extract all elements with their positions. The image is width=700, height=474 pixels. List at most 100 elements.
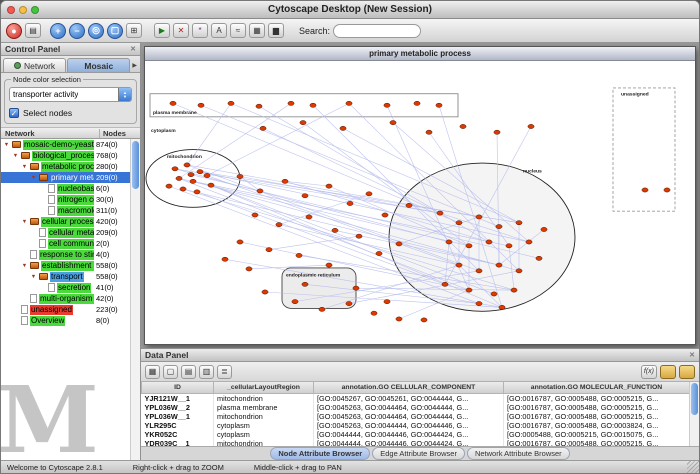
disclosure-triangle-icon[interactable]: ▼ xyxy=(3,142,10,148)
table-cell[interactable]: [GO:0044444, GO:0044446, GO:0044424, G..… xyxy=(314,439,504,447)
table-cell[interactable]: YJR121W__1 xyxy=(142,393,214,403)
tree-item-biological-process[interactable]: ▼biological_process768(0) xyxy=(1,150,140,161)
network-node[interactable] xyxy=(347,201,353,205)
table-cell[interactable]: YKR052C xyxy=(142,430,214,439)
network-node[interactable] xyxy=(340,126,346,130)
network-node[interactable] xyxy=(541,227,547,231)
network-node[interactable] xyxy=(494,130,500,134)
tree-column-network[interactable]: Network xyxy=(1,129,100,138)
network-node[interactable] xyxy=(446,240,452,244)
network-node[interactable] xyxy=(476,269,482,273)
network-node[interactable] xyxy=(414,101,420,105)
table-cell[interactable]: [GO:0016787, GO:0005488, GO:0005215, G..… xyxy=(504,439,690,447)
network-node[interactable] xyxy=(306,215,312,219)
window-titlebar[interactable]: Cytoscape Desktop (New Session) xyxy=(1,1,699,19)
tab-mosaic[interactable]: Mosaic xyxy=(67,58,130,72)
network-node[interactable] xyxy=(499,305,505,309)
table-cell[interactable]: [GO:0045263, GO:0044444, GO:0044446, G..… xyxy=(314,421,504,430)
table-row[interactable]: YPL036W__1mitochondrion[GO:0045263, GO:0… xyxy=(142,412,690,421)
network-node[interactable] xyxy=(208,183,214,187)
tree-scrollbar[interactable] xyxy=(130,139,140,460)
network-node[interactable] xyxy=(237,240,243,244)
network-node[interactable] xyxy=(288,101,294,105)
network-node[interactable] xyxy=(376,251,382,255)
zoom-region-icon[interactable]: ⊞ xyxy=(126,23,142,38)
chart-icon[interactable]: ▆ xyxy=(268,23,284,38)
network-node[interactable] xyxy=(396,317,402,321)
open-attributes-icon[interactable] xyxy=(679,365,695,379)
tree-item-primary-metabo[interactable]: ▼primary metabo...209(0) xyxy=(1,172,140,183)
network-from-selection-icon[interactable]: ▶ xyxy=(154,23,170,38)
table-cell[interactable]: [GO:0016787, GO:0005488, GO:0005215, G..… xyxy=(504,412,690,421)
table-cell[interactable]: [GO:0045263, GO:0044464, GO:0044444, G..… xyxy=(314,403,504,412)
network-node[interactable] xyxy=(296,253,302,257)
network-node[interactable] xyxy=(486,240,492,244)
zoom-fit-icon[interactable]: ▢ xyxy=(107,23,123,39)
layout-icon[interactable]: ≈ xyxy=(230,23,246,38)
network-node[interactable] xyxy=(346,301,352,305)
chevron-updown-icon[interactable] xyxy=(118,88,131,101)
tree-item-response-to-stimu[interactable]: response to stimu...4(0) xyxy=(1,249,140,260)
network-node[interactable] xyxy=(356,234,362,238)
network-node[interactable] xyxy=(516,269,522,273)
import-table-icon[interactable]: ▦ xyxy=(249,23,265,38)
network-node[interactable] xyxy=(319,307,325,311)
network-node[interactable] xyxy=(184,163,190,167)
resize-grip[interactable] xyxy=(687,461,699,473)
tree-item-transport[interactable]: ▼transport558(0) xyxy=(1,271,140,282)
table-cell[interactable]: plasma membrane xyxy=(214,403,314,412)
tree-item-unassigned[interactable]: unassigned223(0) xyxy=(1,304,140,315)
network-node[interactable] xyxy=(190,179,196,183)
network-node[interactable] xyxy=(442,282,448,286)
clear-attributes-icon[interactable]: ≣ xyxy=(217,365,232,379)
table-scrollbar-thumb[interactable] xyxy=(691,383,698,415)
destroy-network-icon[interactable]: ✕ xyxy=(173,23,189,38)
zoom-out-icon[interactable]: − xyxy=(69,23,85,39)
network-node[interactable] xyxy=(491,292,497,296)
network-node[interactable] xyxy=(197,170,203,174)
column-header-cellularlayoutregion[interactable]: _cellularLayoutRegion xyxy=(214,382,314,393)
network-node[interactable] xyxy=(384,300,390,304)
tab-node-attribute-browser[interactable]: Node Attribute Browser xyxy=(270,447,370,460)
select-nodes-checkbox[interactable] xyxy=(9,108,19,118)
network-node[interactable] xyxy=(476,215,482,219)
disclosure-triangle-icon[interactable]: ▼ xyxy=(30,274,37,280)
search-input[interactable] xyxy=(333,24,421,38)
network-node[interactable] xyxy=(228,101,234,105)
tree-item-mosaic-demo-yeast[interactable]: ▼mosaic-demo-yeast874(0) xyxy=(1,139,140,150)
tab-network-attribute-browser[interactable]: Network Attribute Browser xyxy=(467,447,570,460)
table-cell[interactable]: [GO:0016787, GO:0005488, GO:0003824, G..… xyxy=(504,421,690,430)
network-node[interactable] xyxy=(170,101,176,105)
table-cell[interactable]: [GO:0016787, GO:0005488, GO:0005215, G..… xyxy=(504,403,690,412)
tree-item-cellular-process[interactable]: ▼cellular process420(0) xyxy=(1,216,140,227)
table-cell[interactable]: YPL036W__1 xyxy=(142,412,214,421)
network-node[interactable] xyxy=(366,192,372,196)
table-cell[interactable]: [GO:0044444, GO:0044446, GO:0044424, G..… xyxy=(314,430,504,439)
table-cell[interactable]: [GO:0045263, GO:0044464, GO:0044444, G..… xyxy=(314,412,504,421)
table-cell[interactable]: mitochondrion xyxy=(214,412,314,421)
minimize-window-icon[interactable] xyxy=(19,6,27,14)
network-node[interactable] xyxy=(198,103,204,107)
table-cell[interactable]: YLR295C xyxy=(142,421,214,430)
column-header-id[interactable]: ID xyxy=(142,382,214,393)
node-color-dropdown[interactable]: transporter activity xyxy=(9,87,132,102)
tab-edge-attribute-browser[interactable]: Edge Attribute Browser xyxy=(372,447,465,460)
network-node[interactable] xyxy=(332,228,338,232)
new-attribute-icon[interactable]: ▤ xyxy=(181,365,196,379)
table-row[interactable]: YPL036W__2plasma membrane[GO:0045263, GO… xyxy=(142,403,690,412)
network-node[interactable] xyxy=(526,240,532,244)
new-session-icon[interactable]: ● xyxy=(6,23,22,39)
network-node[interactable] xyxy=(222,257,228,261)
network-node[interactable] xyxy=(436,103,442,107)
network-node[interactable] xyxy=(302,194,308,198)
column-header-annotation-go-cellular-component[interactable]: annotation.GO CELLULAR_COMPONENT xyxy=(314,382,504,393)
network-node[interactable] xyxy=(252,213,258,217)
disclosure-triangle-icon[interactable]: ▼ xyxy=(12,153,19,159)
network-node[interactable] xyxy=(166,184,172,188)
network-node[interactable] xyxy=(466,244,472,248)
network-node[interactable] xyxy=(292,300,298,304)
disclosure-triangle-icon[interactable]: ▼ xyxy=(21,164,28,170)
network-node[interactable] xyxy=(511,288,517,292)
tree-item-establishment-of-lo[interactable]: ▼establishment of lo...558(0) xyxy=(1,260,140,271)
tree-item-metabolic-process[interactable]: ▼metabolic process280(0) xyxy=(1,161,140,172)
